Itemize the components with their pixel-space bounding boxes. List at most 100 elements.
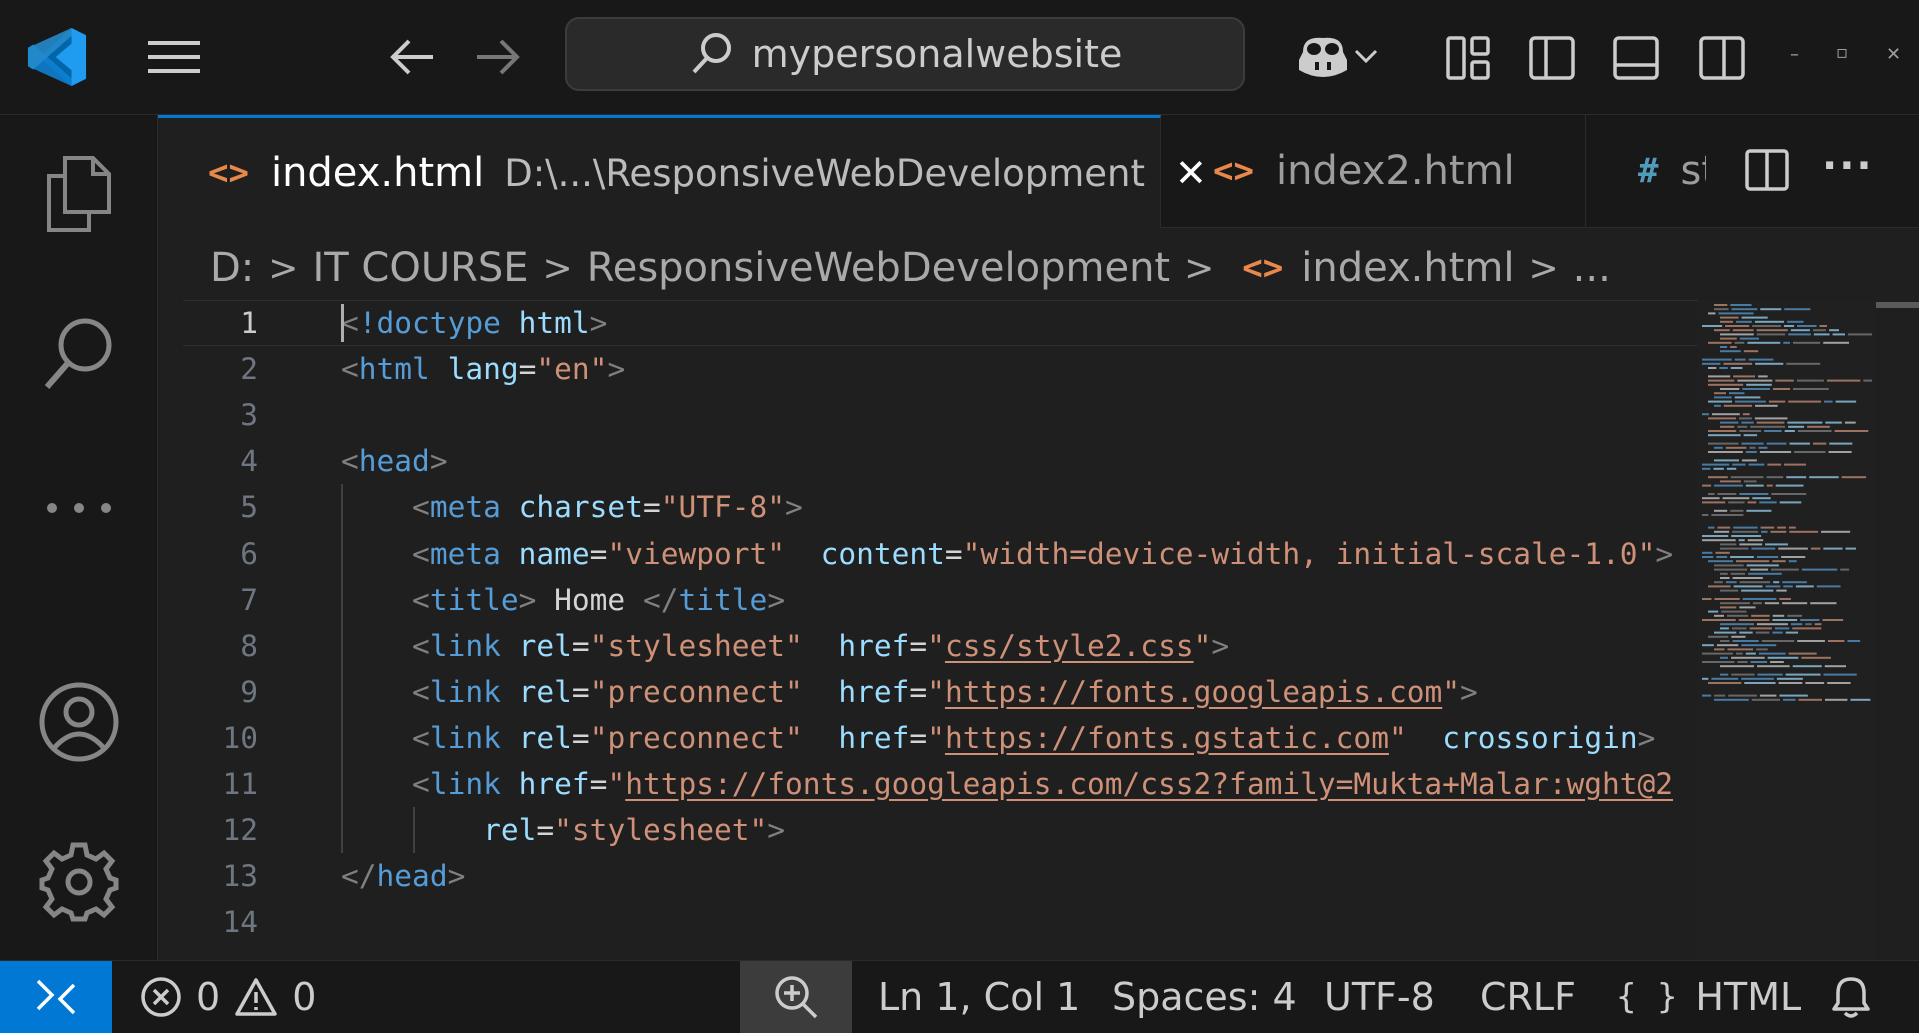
forward-button[interactable] bbox=[468, 32, 528, 82]
code-token: "preconnect" bbox=[589, 720, 803, 755]
search-view-button[interactable] bbox=[36, 310, 122, 396]
html-file-icon: <> bbox=[208, 153, 249, 193]
minimap-slider[interactable] bbox=[1698, 300, 1876, 960]
encoding-setting[interactable]: UTF-8 bbox=[1324, 961, 1435, 1033]
code-line[interactable]: 13 </head> bbox=[158, 853, 1698, 899]
error-count: 0 bbox=[196, 975, 221, 1019]
code-line[interactable]: 10 <link rel="preconnect" href="https://… bbox=[158, 715, 1698, 761]
line-number: 11 bbox=[222, 767, 258, 801]
code-line[interactable]: 12 rel="stylesheet"> bbox=[158, 807, 1698, 853]
split-editor-button[interactable] bbox=[1742, 145, 1792, 195]
code-token: Home bbox=[536, 582, 643, 617]
line-number: 6 bbox=[240, 536, 258, 571]
code-token: " bbox=[927, 674, 945, 709]
breadcrumb-item[interactable]: ... bbox=[1573, 245, 1611, 291]
problems-button[interactable]: 0 0 bbox=[140, 961, 316, 1033]
code-line[interactable]: 11 <link href="https://fonts.googleapis.… bbox=[158, 761, 1698, 807]
code-line[interactable]: 1 <!doctype html> bbox=[158, 300, 1698, 346]
copilot-icon bbox=[1299, 37, 1347, 77]
code-line[interactable]: 4 <head> bbox=[158, 438, 1698, 484]
line-ending-setting[interactable]: CRLF bbox=[1480, 961, 1576, 1033]
code-line[interactable]: 7 <title> Home </title> bbox=[158, 577, 1698, 623]
breadcrumb-item[interactable]: IT COURSE bbox=[312, 245, 528, 291]
code-token: " bbox=[607, 767, 626, 801]
html-file-icon: <> bbox=[1213, 151, 1254, 191]
line-number: 10 bbox=[222, 720, 258, 755]
cursor-position[interactable]: Ln 1, Col 1 bbox=[878, 961, 1080, 1033]
remote-indicator-button[interactable] bbox=[0, 961, 112, 1033]
more-views-button[interactable] bbox=[36, 465, 122, 551]
zoom-button[interactable] bbox=[740, 961, 852, 1033]
customize-layout-button[interactable] bbox=[1440, 30, 1496, 86]
code-token: href bbox=[838, 674, 910, 709]
code-token: "viewport" bbox=[607, 536, 786, 571]
notifications-button[interactable] bbox=[1830, 961, 1872, 1033]
breadcrumb-item[interactable]: D: bbox=[210, 245, 254, 291]
indentation-setting[interactable]: Spaces: 4 bbox=[1112, 961, 1297, 1033]
close-window-button[interactable]: ✕ bbox=[1886, 44, 1901, 65]
toggle-secondary-sidebar-button[interactable] bbox=[1694, 30, 1750, 86]
line-number: 13 bbox=[222, 859, 258, 894]
code-token: rel bbox=[518, 628, 572, 663]
tab-style-css[interactable]: # st bbox=[1586, 115, 1706, 227]
code-token: meta bbox=[429, 490, 501, 525]
code-line[interactable]: 2 <html lang="en"> bbox=[158, 346, 1698, 392]
code-token: </ bbox=[642, 582, 679, 617]
line-number: 8 bbox=[240, 628, 258, 663]
breadcrumb-item[interactable]: ResponsiveWebDevelopment bbox=[587, 245, 1170, 291]
menu-button[interactable] bbox=[144, 34, 204, 80]
code-token[interactable]: https://fonts.googleapis.com/css2?family… bbox=[625, 767, 1673, 801]
chevron-right-icon: > bbox=[268, 247, 299, 289]
breadcrumb-item[interactable]: index.html bbox=[1301, 245, 1514, 291]
explorer-button[interactable] bbox=[36, 151, 122, 237]
code-token: href bbox=[518, 767, 590, 801]
sidebar-left-icon bbox=[1529, 36, 1575, 80]
manage-button[interactable] bbox=[36, 839, 122, 925]
tab-path: D:\...\ResponsiveWebDevelopment bbox=[504, 151, 1146, 195]
command-center-search[interactable]: mypersonalwebsite bbox=[565, 17, 1245, 91]
accounts-button[interactable] bbox=[36, 679, 122, 765]
language-mode[interactable]: { } HTML bbox=[1616, 961, 1801, 1033]
toggle-primary-sidebar-button[interactable] bbox=[1524, 30, 1580, 86]
code-token: = bbox=[518, 352, 537, 387]
code-token: < bbox=[412, 720, 430, 755]
tab-index-html[interactable]: <> index.html D:\...\ResponsiveWebDevelo… bbox=[158, 115, 1207, 228]
code-line[interactable]: 5 <meta charset="UTF-8"> bbox=[158, 484, 1698, 530]
toggle-panel-button[interactable] bbox=[1608, 30, 1664, 86]
code-text: <link rel="preconnect" href="https://fon… bbox=[341, 715, 1655, 761]
vscode-logo-icon[interactable] bbox=[24, 24, 90, 90]
copilot-button[interactable] bbox=[1286, 28, 1386, 84]
code-editor[interactable]: 1 <!doctype html> 2 <html lang="en"> 3 4 <head… bbox=[158, 300, 1698, 960]
back-button[interactable] bbox=[382, 32, 442, 82]
code-line[interactable]: 6 <meta name="viewport" content="width=d… bbox=[158, 531, 1698, 577]
code-token[interactable]: https://fonts.gstatic.com bbox=[945, 721, 1389, 755]
code-line[interactable]: 9 <link rel="preconnect" href="https://f… bbox=[158, 669, 1698, 715]
minimize-button[interactable]: – bbox=[1790, 44, 1799, 65]
scrollbar-thumb[interactable] bbox=[1876, 302, 1919, 308]
vertical-scrollbar[interactable] bbox=[1876, 300, 1919, 960]
code-token: link bbox=[429, 674, 501, 709]
ellipsis-icon bbox=[47, 503, 111, 513]
tab-index2-html[interactable]: <> index2.html bbox=[1161, 115, 1586, 227]
code-token: title bbox=[678, 582, 768, 617]
activity-bar bbox=[0, 115, 158, 960]
code-line[interactable]: 8 <link rel="stylesheet" href="css/style… bbox=[158, 623, 1698, 669]
code-token: > bbox=[447, 859, 466, 894]
hamburger-icon bbox=[148, 41, 200, 73]
line-number: 3 bbox=[240, 398, 258, 433]
code-token[interactable]: https://fonts.googleapis.com bbox=[945, 675, 1442, 709]
code-line[interactable]: 14 bbox=[158, 899, 1698, 945]
indent-guide bbox=[413, 807, 415, 854]
code-line[interactable]: 3 bbox=[158, 392, 1698, 438]
more-actions-button[interactable]: ··· bbox=[1822, 143, 1874, 189]
code-token[interactable]: css/style2.css bbox=[945, 629, 1194, 663]
code-token: > bbox=[767, 582, 786, 617]
restore-button[interactable]: ▫ bbox=[1836, 42, 1848, 63]
code-token: > bbox=[1655, 536, 1674, 571]
